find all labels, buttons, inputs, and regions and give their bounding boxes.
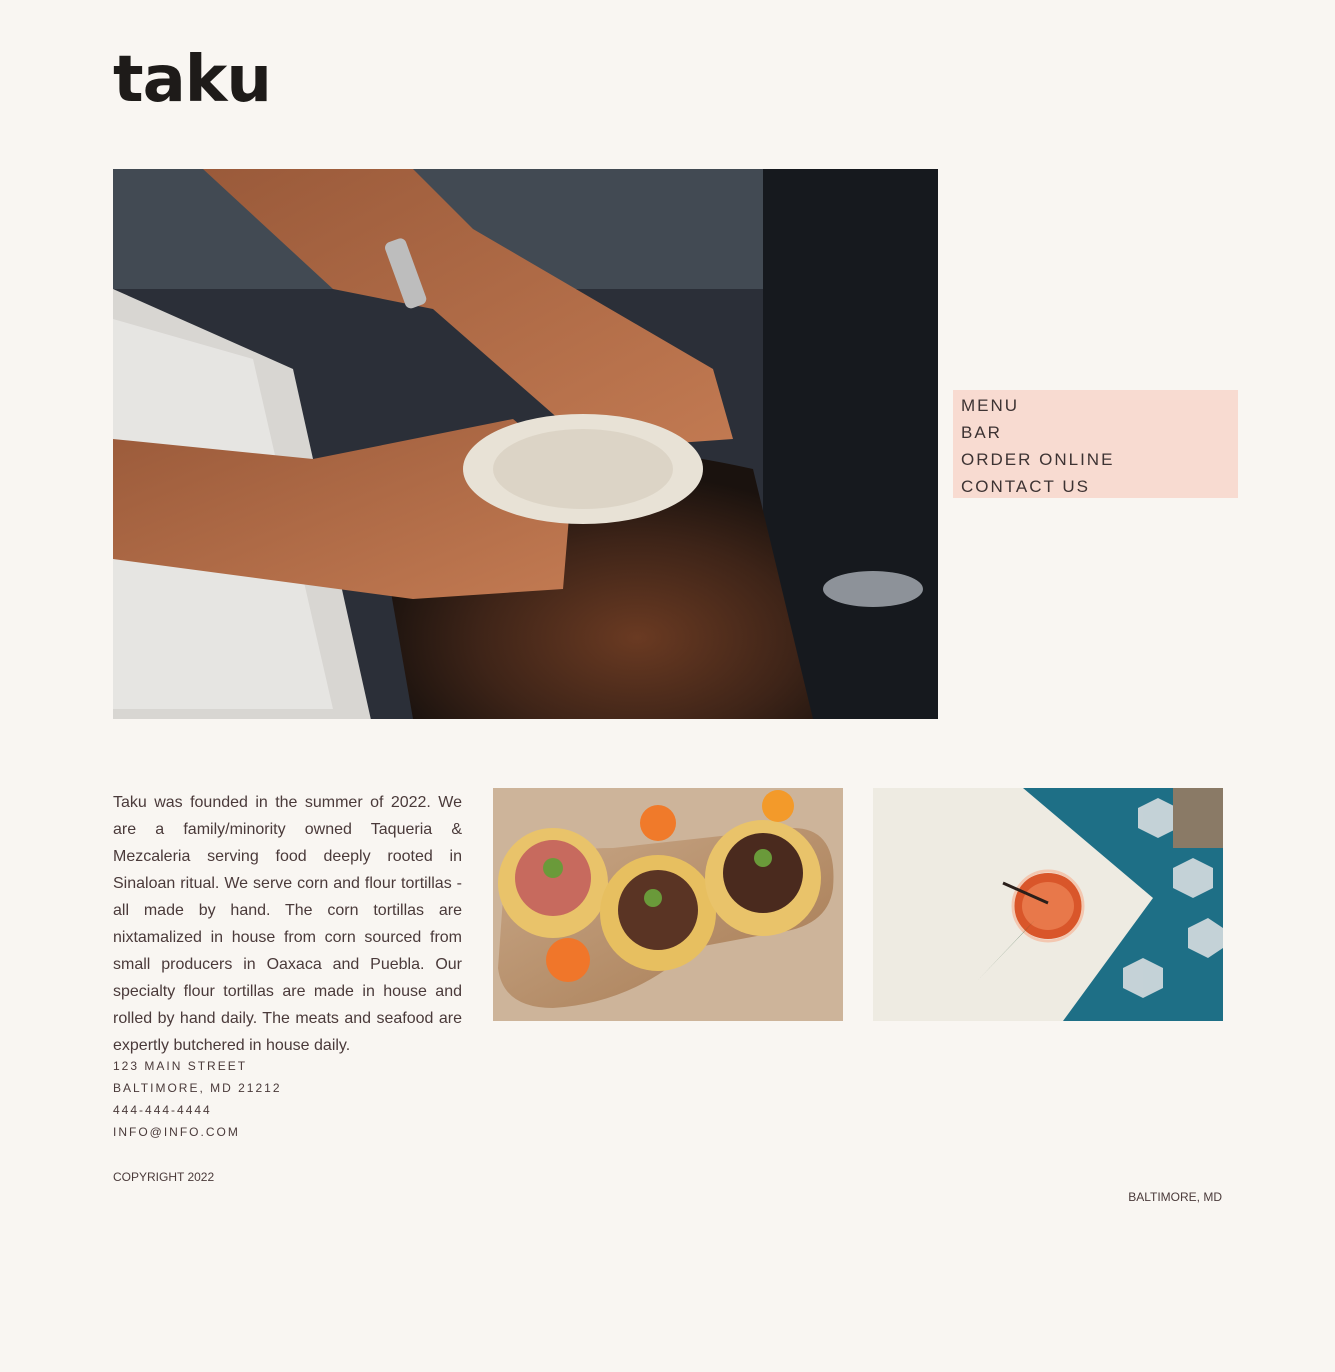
tacos-photo xyxy=(493,788,843,1021)
nav-item-contact-us[interactable]: CONTACT US xyxy=(961,473,1238,500)
phone-link[interactable]: 444-444-4444 xyxy=(113,1099,282,1121)
about-paragraph: Taku was founded in the summer of 2022. … xyxy=(113,794,462,1054)
hero-image-tortilla-making xyxy=(113,169,938,719)
cocktail-photo xyxy=(873,788,1223,1021)
copyright-text: COPYRIGHT 2022 xyxy=(113,1170,215,1184)
nav-item-menu[interactable]: MENU xyxy=(961,392,1238,419)
contact-block: 123 MAIN STREET BALTIMORE, MD 21212 444-… xyxy=(113,1055,282,1143)
footer-location: BALTIMORE, MD xyxy=(1128,1190,1222,1204)
nav-item-order-online[interactable]: ORDER ONLINE xyxy=(961,446,1238,473)
nav-item-bar[interactable]: BAR xyxy=(961,419,1238,446)
address-city: BALTIMORE, MD 21212 xyxy=(113,1081,282,1095)
cocktail-illustration xyxy=(873,788,1223,1021)
brand-logo[interactable]: taku xyxy=(113,48,272,112)
hero-illustration xyxy=(113,169,938,719)
main-navigation: MENU BAR ORDER ONLINE CONTACT US xyxy=(953,390,1238,498)
tacos-illustration xyxy=(493,788,843,1021)
email-link[interactable]: INFO@INFO.COM xyxy=(113,1121,282,1143)
address-street: 123 MAIN STREET xyxy=(113,1059,248,1073)
